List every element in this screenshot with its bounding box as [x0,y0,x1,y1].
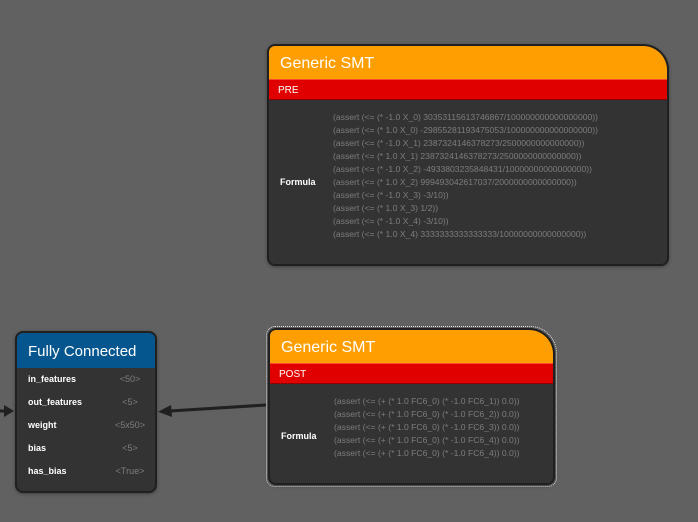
node-subtitle: POST [270,363,553,384]
formula-line: (assert (<= (* -1.0 X_4) -3/10)) [333,216,449,226]
formula-line: (assert (<= (* -1.0 X_2) -49338032358484… [333,164,592,174]
property-key: out_features [28,397,83,407]
formula-line: (assert (<= (* 1.0 X_1) 2387324146378273… [333,151,582,161]
edge-input-arrowhead [4,405,14,417]
property-value[interactable]: <5x50> [105,414,155,437]
formula-value[interactable]: (assert (<= (+ (* 1.0 FC6_0) (* -1.0 FC6… [334,395,520,460]
formula-line: (assert (<= (* 1.0 X_2) 999493042617037/… [333,177,577,187]
generic-smt-post-node[interactable]: Generic SMT POST Formula (assert (<= (+ … [268,328,555,485]
formula-line: (assert (<= (* -1.0 X_3) -3/10)) [333,190,449,200]
property-value[interactable]: <5> [105,437,155,460]
property-key: has_bias [28,466,67,476]
formula-line: (assert (<= (* 1.0 X_4) 3333333333333333… [333,229,587,239]
fully-connected-node[interactable]: Fully Connected in_features <50> out_fea… [15,331,157,493]
edge-post-arrowhead [158,405,172,417]
property-row-weight: weight <5x50> [17,414,155,437]
property-key: bias [28,443,47,453]
property-value[interactable]: <5> [105,391,155,414]
property-key: in_features [28,374,77,384]
formula-line: (assert (<= (* 1.0 X_0) -298552811934750… [333,125,599,135]
formula-line: (assert (<= (* 1.0 X_3) 1/2)) [333,203,439,213]
node-subtitle: PRE [269,79,667,100]
node-title: Generic SMT [270,330,553,363]
property-key: weight [28,420,57,430]
formula-line: (assert (<= (+ (* 1.0 FC6_0) (* -1.0 FC6… [334,396,520,406]
property-value[interactable]: <True> [105,460,155,483]
node-title: Generic SMT [269,46,667,79]
formula-line: (assert (<= (+ (* 1.0 FC6_0) (* -1.0 FC6… [334,435,520,445]
edge-post-to-fc[interactable] [169,403,267,413]
property-row-bias: bias <5> [17,437,155,460]
formula-line: (assert (<= (+ (* 1.0 FC6_0) (* -1.0 FC6… [334,448,520,458]
formula-line: (assert (<= (+ (* 1.0 FC6_0) (* -1.0 FC6… [334,422,520,432]
generic-smt-pre-node[interactable]: Generic SMT PRE Formula (assert (<= (* -… [267,44,669,266]
node-body: Formula (assert (<= (* -1.0 X_0) 3035311… [269,100,667,264]
node-title: Fully Connected [17,333,155,368]
formula-value[interactable]: (assert (<= (* -1.0 X_0) 303531156137468… [333,111,598,241]
node-body: Formula (assert (<= (+ (* 1.0 FC6_0) (* … [270,384,553,483]
property-row-has-bias: has_bias <True> [17,460,155,483]
property-row-in-features: in_features <50> [17,368,155,391]
property-row-out-features: out_features <5> [17,391,155,414]
formula-line: (assert (<= (* -1.0 X_1) 238732414637827… [333,138,585,148]
formula-line: (assert (<= (+ (* 1.0 FC6_0) (* -1.0 FC6… [334,409,520,419]
formula-label: Formula [281,431,317,441]
property-value[interactable]: <50> [105,368,155,391]
formula-label: Formula [280,177,316,187]
formula-line: (assert (<= (* -1.0 X_0) 303531156137468… [333,112,599,122]
